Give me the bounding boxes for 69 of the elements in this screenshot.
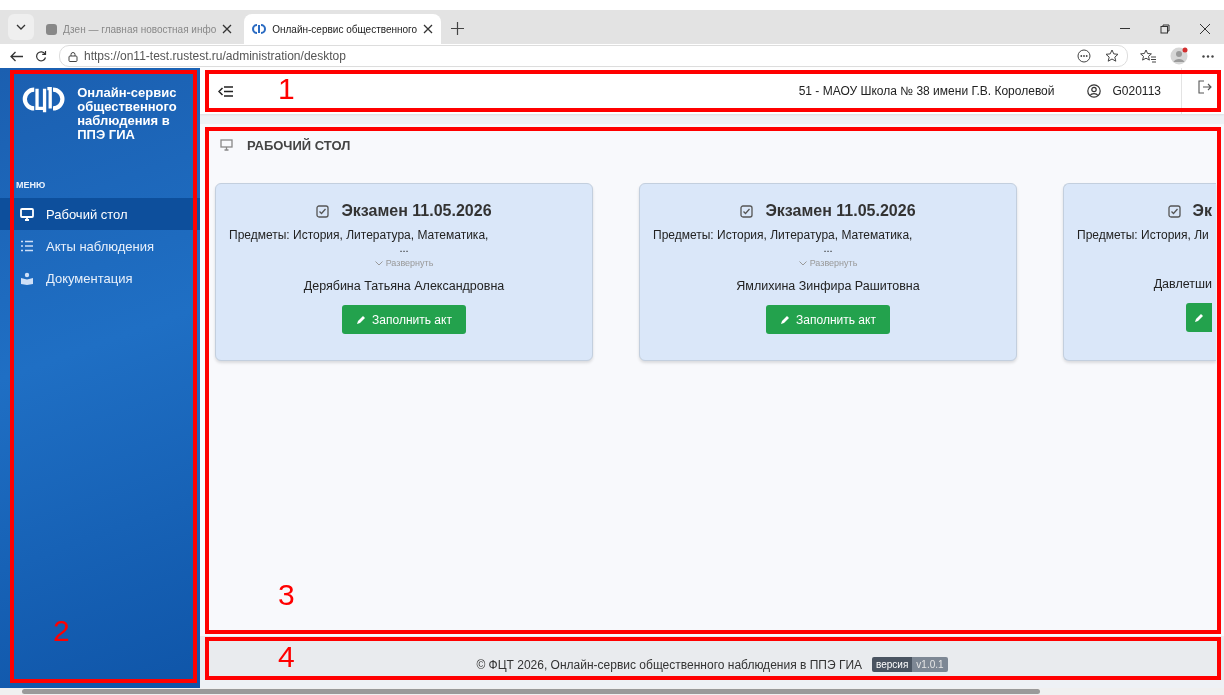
favorites-icon[interactable]	[1140, 49, 1156, 63]
minimize-icon[interactable]	[1120, 28, 1130, 30]
exam-title: Экзамен 11.05.2026	[341, 202, 492, 220]
address-bar[interactable]: https://on11-test.rustest.ru/administration/desktop	[59, 45, 1128, 67]
browser-tab[interactable]: Онлайн-сервис общественного	[244, 14, 442, 44]
url-text: https://on11-test.rustest.ru/administration/desktop	[84, 49, 346, 63]
menu-heading: МЕНЮ	[16, 180, 47, 190]
user-id: G020113	[1112, 84, 1161, 98]
menu-item[interactable]: Документация	[0, 262, 200, 294]
annotation-number: 4	[278, 640, 295, 674]
subjects-text: Предметы: История, Ли	[1076, 228, 1210, 242]
observer-name: Ямлихина Зинфира Рашитовна	[735, 279, 921, 293]
logo-title: Онлайн-сервис общественного наблюдения в ППЭ ГИА	[77, 86, 178, 142]
subjects-text: Предметы: История, Литература, Математика,	[652, 228, 914, 242]
subjects-text: Предметы: История, Литература, Математика,	[228, 228, 490, 242]
observer-name: Дерябина Татьяна Александровна	[302, 279, 506, 293]
annotation-number: 3	[278, 578, 295, 612]
monitor-icon	[220, 139, 233, 151]
pencil-icon	[1194, 312, 1204, 323]
monitor-icon	[20, 207, 34, 221]
observer-name: Давлетши	[1152, 277, 1212, 291]
more-icon[interactable]	[1202, 54, 1214, 58]
pencil-icon	[356, 314, 367, 325]
fill-act-button[interactable]	[1186, 303, 1212, 332]
menu-item[interactable]: Акты наблюдения	[0, 230, 200, 262]
new-tab-icon[interactable]	[451, 22, 465, 35]
star-icon[interactable]	[1105, 49, 1119, 63]
browser-tab[interactable]: Дзен — главная новостная инфо	[38, 14, 241, 44]
ellipsis-text: ...	[398, 244, 410, 256]
back-icon[interactable]	[10, 50, 23, 62]
restore-icon[interactable]	[1160, 24, 1170, 34]
chevron-down-icon	[798, 260, 807, 266]
more-circle-icon[interactable]	[1077, 49, 1091, 63]
close-icon[interactable]	[1200, 24, 1210, 34]
tab-title: Дзен — главная новостная инфо	[63, 23, 217, 35]
menu-item[interactable]: Рабочий стол	[0, 198, 200, 230]
exam-title: Экзамен 11.05.2026	[765, 202, 916, 220]
checkbox-icon	[1167, 204, 1181, 218]
horizontal-scrollbar[interactable]	[22, 689, 1040, 694]
page-title: РАБОЧИЙ СТОЛ	[247, 137, 351, 153]
reload-icon[interactable]	[35, 50, 47, 62]
close-icon[interactable]	[423, 24, 434, 34]
exam-title: Эк	[1192, 202, 1212, 220]
annotation-number: 1	[278, 72, 295, 106]
page-icon	[46, 23, 57, 35]
school-name: 51 - МАОУ Школа № 38 имени Г.В. Королевой	[798, 84, 1055, 98]
fill-act-button[interactable]: Заполнить акт	[342, 305, 466, 334]
copyright-text: © ФЦТ 2026, Онлайн-сервис общественного наблюдения в ППЭ ГИА	[476, 658, 862, 672]
annotation-number: 2	[53, 614, 70, 648]
lock-icon	[68, 50, 78, 62]
book-icon	[20, 271, 34, 285]
site-logo-icon	[252, 24, 267, 34]
chevron-down-icon	[374, 260, 383, 266]
list-icon	[20, 240, 34, 252]
checkbox-icon	[316, 204, 330, 218]
avatar-icon[interactable]	[1170, 47, 1188, 65]
tab-title: Онлайн-сервис общественного	[272, 23, 418, 35]
version-label: версия	[872, 657, 913, 672]
version-number: v1.0.1	[912, 657, 948, 672]
close-icon[interactable]	[222, 24, 233, 34]
checkbox-icon	[740, 204, 754, 218]
logo-icon	[22, 86, 66, 114]
collapse-menu-icon[interactable]	[218, 85, 233, 97]
ellipsis-text: ...	[822, 244, 834, 256]
user-icon	[1086, 84, 1101, 98]
pencil-icon	[780, 314, 791, 325]
fill-act-button[interactable]: Заполнить акт	[766, 305, 890, 334]
chevron-down-icon	[16, 24, 26, 30]
logout-icon[interactable]	[1198, 80, 1212, 94]
